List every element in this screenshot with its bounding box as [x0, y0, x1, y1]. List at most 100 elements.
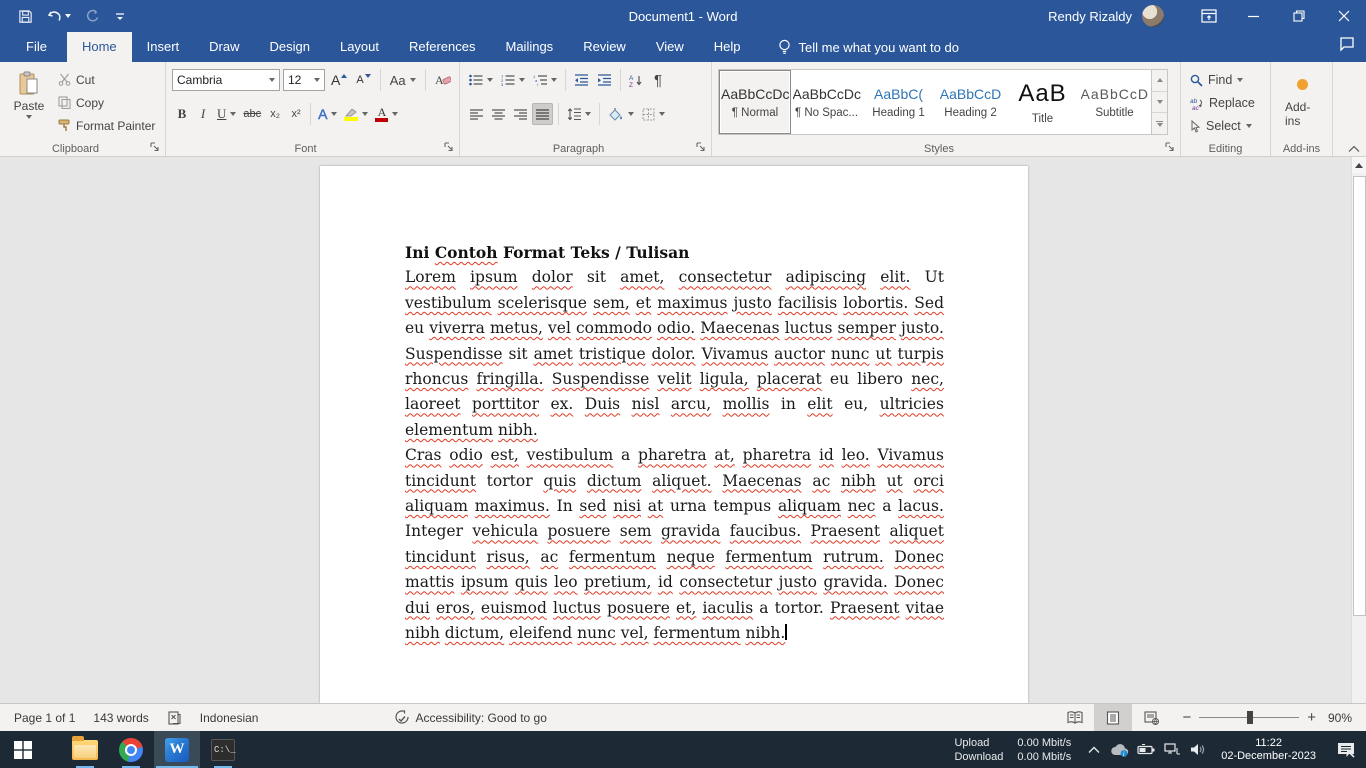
hidden-icons-chevron-icon[interactable]	[1081, 731, 1107, 768]
ribbon-display-options-button[interactable]	[1186, 0, 1231, 32]
vertical-scrollbar[interactable]	[1351, 157, 1366, 703]
zoom-in-button[interactable]: +	[1307, 709, 1316, 726]
shrink-font-button[interactable]: A	[353, 69, 373, 91]
paste-button[interactable]: Paste	[6, 67, 52, 139]
print-layout-button[interactable]	[1094, 704, 1132, 732]
zoom-slider-thumb[interactable]	[1247, 711, 1253, 724]
superscript-button[interactable]: x²	[286, 103, 306, 125]
tab-help[interactable]: Help	[699, 32, 756, 62]
grow-font-button[interactable]: A	[328, 69, 350, 91]
web-layout-button[interactable]	[1132, 704, 1170, 732]
change-case-button[interactable]: Aa	[387, 69, 419, 91]
decrease-indent-button[interactable]	[571, 69, 592, 91]
text-effects-dropdown-icon[interactable]	[331, 112, 337, 116]
style-title[interactable]: AaBTitle	[1007, 70, 1079, 134]
text-effects-button[interactable]: A	[315, 103, 340, 125]
tab-layout[interactable]: Layout	[325, 32, 394, 62]
accessibility-checker[interactable]: Accessibility: Good to go	[385, 704, 555, 732]
customize-qat-button[interactable]	[114, 10, 126, 22]
network-icon[interactable]	[1159, 731, 1185, 768]
scrollbar-up-icon[interactable]	[1352, 157, 1366, 173]
action-center-icon[interactable]	[1326, 731, 1366, 768]
line-spacing-dropdown-icon[interactable]	[585, 112, 591, 116]
page-indicator[interactable]: Page 1 of 1	[0, 704, 84, 732]
shading-button[interactable]	[605, 103, 637, 125]
style--no-spac-[interactable]: AaBbCcDc¶ No Spac...	[791, 70, 863, 134]
minimize-button[interactable]	[1231, 0, 1276, 32]
tab-design[interactable]: Design	[255, 32, 325, 62]
collapse-ribbon-icon[interactable]	[1348, 145, 1360, 153]
sort-button[interactable]: AZ	[626, 69, 646, 91]
multilevel-list-button[interactable]: 1ai	[530, 69, 560, 91]
file-explorer-taskbar-button[interactable]	[62, 731, 108, 768]
strikethrough-button[interactable]: abc	[240, 103, 264, 125]
font-color-button[interactable]: A	[372, 103, 401, 125]
find-button[interactable]: Find	[1187, 69, 1266, 91]
highlight-dropdown-icon[interactable]	[362, 112, 368, 116]
close-button[interactable]	[1321, 0, 1366, 32]
underline-button[interactable]: U	[214, 103, 239, 125]
document-heading[interactable]: Ini Contoh Format Teks / Tulisan	[405, 240, 944, 265]
proofing-status-icon[interactable]	[158, 704, 191, 732]
italic-button[interactable]: I	[193, 103, 213, 125]
show-hide-marks-button[interactable]: ¶	[648, 69, 668, 91]
style-heading-1[interactable]: AaBbC(Heading 1	[863, 70, 935, 134]
numbering-dropdown-icon[interactable]	[519, 78, 525, 82]
line-spacing-button[interactable]	[564, 103, 594, 125]
terminal-taskbar-button[interactable]: C:\_	[200, 731, 246, 768]
zoom-out-button[interactable]: −	[1182, 709, 1191, 726]
font-name-combo[interactable]: Cambria	[172, 69, 280, 91]
tab-references[interactable]: References	[394, 32, 490, 62]
onedrive-icon[interactable]: i	[1107, 731, 1133, 768]
font-dialog-launcher-icon[interactable]	[444, 142, 455, 153]
select-button[interactable]: Select	[1187, 115, 1266, 137]
zoom-slider[interactable]	[1199, 717, 1299, 718]
save-icon[interactable]	[18, 9, 33, 24]
undo-button[interactable]	[47, 9, 71, 23]
chrome-taskbar-button[interactable]	[108, 731, 154, 768]
battery-icon[interactable]	[1133, 731, 1159, 768]
tab-draw[interactable]: Draw	[194, 32, 254, 62]
align-center-button[interactable]	[488, 103, 508, 125]
volume-icon[interactable]	[1185, 731, 1211, 768]
tab-review[interactable]: Review	[568, 32, 641, 62]
numbering-button[interactable]: 123	[498, 69, 528, 91]
text-highlight-button[interactable]	[341, 103, 371, 125]
subscript-button[interactable]: x₂	[265, 103, 285, 125]
font-size-combo[interactable]: 12	[283, 69, 325, 91]
addins-button[interactable]: Add-ins	[1277, 67, 1328, 139]
select-dropdown-icon[interactable]	[1246, 124, 1252, 128]
styles-more-icon[interactable]	[1152, 113, 1167, 134]
read-mode-button[interactable]	[1056, 704, 1094, 732]
tab-insert[interactable]: Insert	[132, 32, 195, 62]
user-avatar[interactable]	[1142, 5, 1164, 27]
tell-me-box[interactable]: Tell me what you want to do	[778, 32, 959, 62]
comments-icon[interactable]	[1338, 36, 1356, 52]
zoom-percentage[interactable]: 90%	[1328, 711, 1366, 725]
underline-dropdown-icon[interactable]	[230, 112, 236, 116]
styles-scroll-down-icon[interactable]	[1152, 92, 1167, 114]
undo-dropdown-icon[interactable]	[65, 14, 71, 18]
paragraph-dialog-launcher-icon[interactable]	[696, 142, 707, 153]
language-indicator[interactable]: Indonesian	[191, 704, 268, 732]
styles-dialog-launcher-icon[interactable]	[1165, 142, 1176, 153]
tab-home[interactable]: Home	[67, 32, 132, 62]
bullets-button[interactable]	[466, 69, 496, 91]
account-name[interactable]: Rendy Rizaldy	[1048, 9, 1132, 24]
clear-formatting-button[interactable]: A	[432, 69, 454, 91]
align-left-button[interactable]	[466, 103, 486, 125]
tab-mailings[interactable]: Mailings	[491, 32, 569, 62]
tab-view[interactable]: View	[641, 32, 699, 62]
word-taskbar-button[interactable]: W	[154, 731, 200, 768]
clock-widget[interactable]: 11:22 02-December-2023	[1211, 737, 1326, 763]
format-painter-button[interactable]: Format Painter	[56, 115, 161, 136]
bold-button[interactable]: B	[172, 103, 192, 125]
bullets-dropdown-icon[interactable]	[487, 78, 493, 82]
tab-file[interactable]: File	[6, 32, 67, 62]
increase-indent-button[interactable]	[594, 69, 615, 91]
style-heading-2[interactable]: AaBbCcDHeading 2	[935, 70, 1007, 134]
word-count[interactable]: 143 words	[84, 704, 157, 732]
align-right-button[interactable]	[510, 103, 530, 125]
borders-button[interactable]	[639, 103, 668, 125]
clipboard-dialog-launcher-icon[interactable]	[150, 142, 161, 153]
